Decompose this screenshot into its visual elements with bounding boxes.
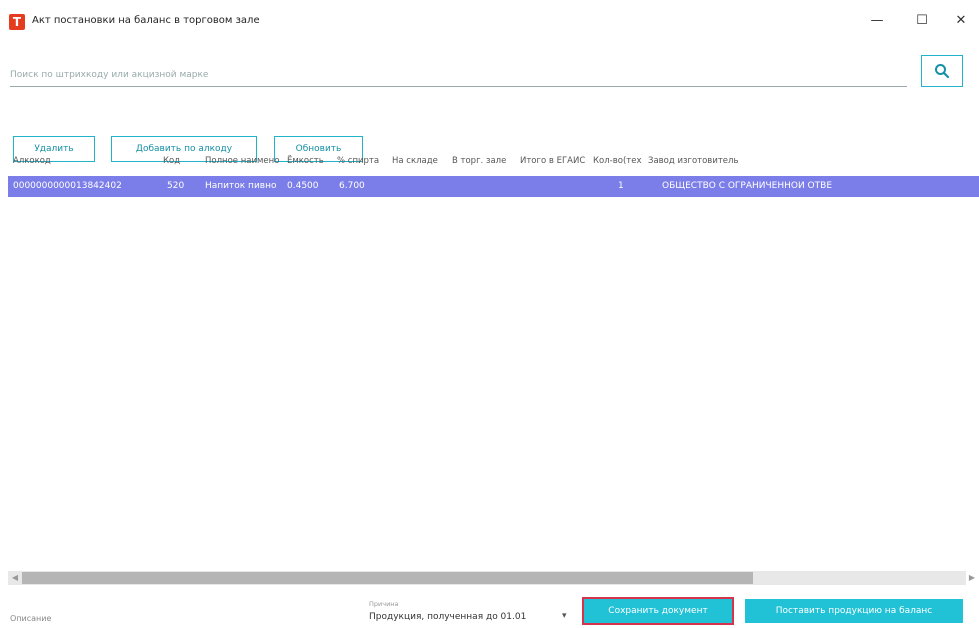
column-header[interactable]: В торг. зале: [452, 156, 506, 166]
maximize-button[interactable]: ☐: [905, 10, 939, 32]
save-document-button[interactable]: Сохранить документ: [582, 597, 734, 625]
table-cell: 1: [618, 181, 624, 191]
column-header[interactable]: % спирта: [337, 156, 379, 166]
post-to-balance-button[interactable]: Поставить продукцию на баланс: [745, 599, 963, 623]
reason-select[interactable]: Продукция, полученная до 01.01: [369, 612, 579, 626]
table-cell: ОБЩЕСТВО С ОГРАНИЧЕННОЙ ОТВЕ: [662, 181, 833, 191]
table-row[interactable]: 0000000000013842402 520 Напиток пивно 0.…: [8, 176, 979, 197]
search-input[interactable]: [10, 64, 907, 87]
column-header[interactable]: Итого в ЕГАИС: [520, 156, 585, 166]
column-header[interactable]: Завод изготовитель: [648, 156, 738, 166]
chevron-down-icon[interactable]: ▾: [562, 611, 567, 621]
close-button[interactable]: ✕: [944, 10, 978, 32]
scroll-left-icon[interactable]: ◀: [9, 572, 21, 584]
scroll-right-icon[interactable]: ▶: [966, 572, 978, 584]
scrollbar-thumb[interactable]: [22, 572, 753, 584]
app-logo-icon: T: [9, 14, 25, 30]
column-header[interactable]: Ёмкость: [287, 156, 324, 166]
table-cell: 0.4500: [287, 181, 319, 191]
column-header[interactable]: Кол-во(тех: [593, 156, 641, 166]
reason-caption: Причина: [369, 600, 399, 608]
table-cell: 6.700: [339, 181, 365, 191]
description-label[interactable]: Описание: [10, 614, 51, 623]
column-header[interactable]: На складе: [392, 156, 438, 166]
search-button[interactable]: [921, 55, 963, 87]
window-title: Акт постановки на баланс в торговом зале: [32, 15, 260, 26]
column-header[interactable]: Алкокод: [13, 156, 51, 166]
table-cell: 520: [167, 181, 185, 191]
table-cell: 0000000000013842402: [13, 181, 122, 191]
column-header[interactable]: Полное наимено: [205, 156, 279, 166]
search-icon: [935, 64, 950, 79]
column-header[interactable]: Код: [163, 156, 180, 166]
minimize-button[interactable]: —: [860, 10, 894, 32]
table-cell: Напиток пивно: [205, 181, 277, 191]
table-header: Алкокод Код Полное наимено Ёмкость % спи…: [0, 144, 979, 174]
